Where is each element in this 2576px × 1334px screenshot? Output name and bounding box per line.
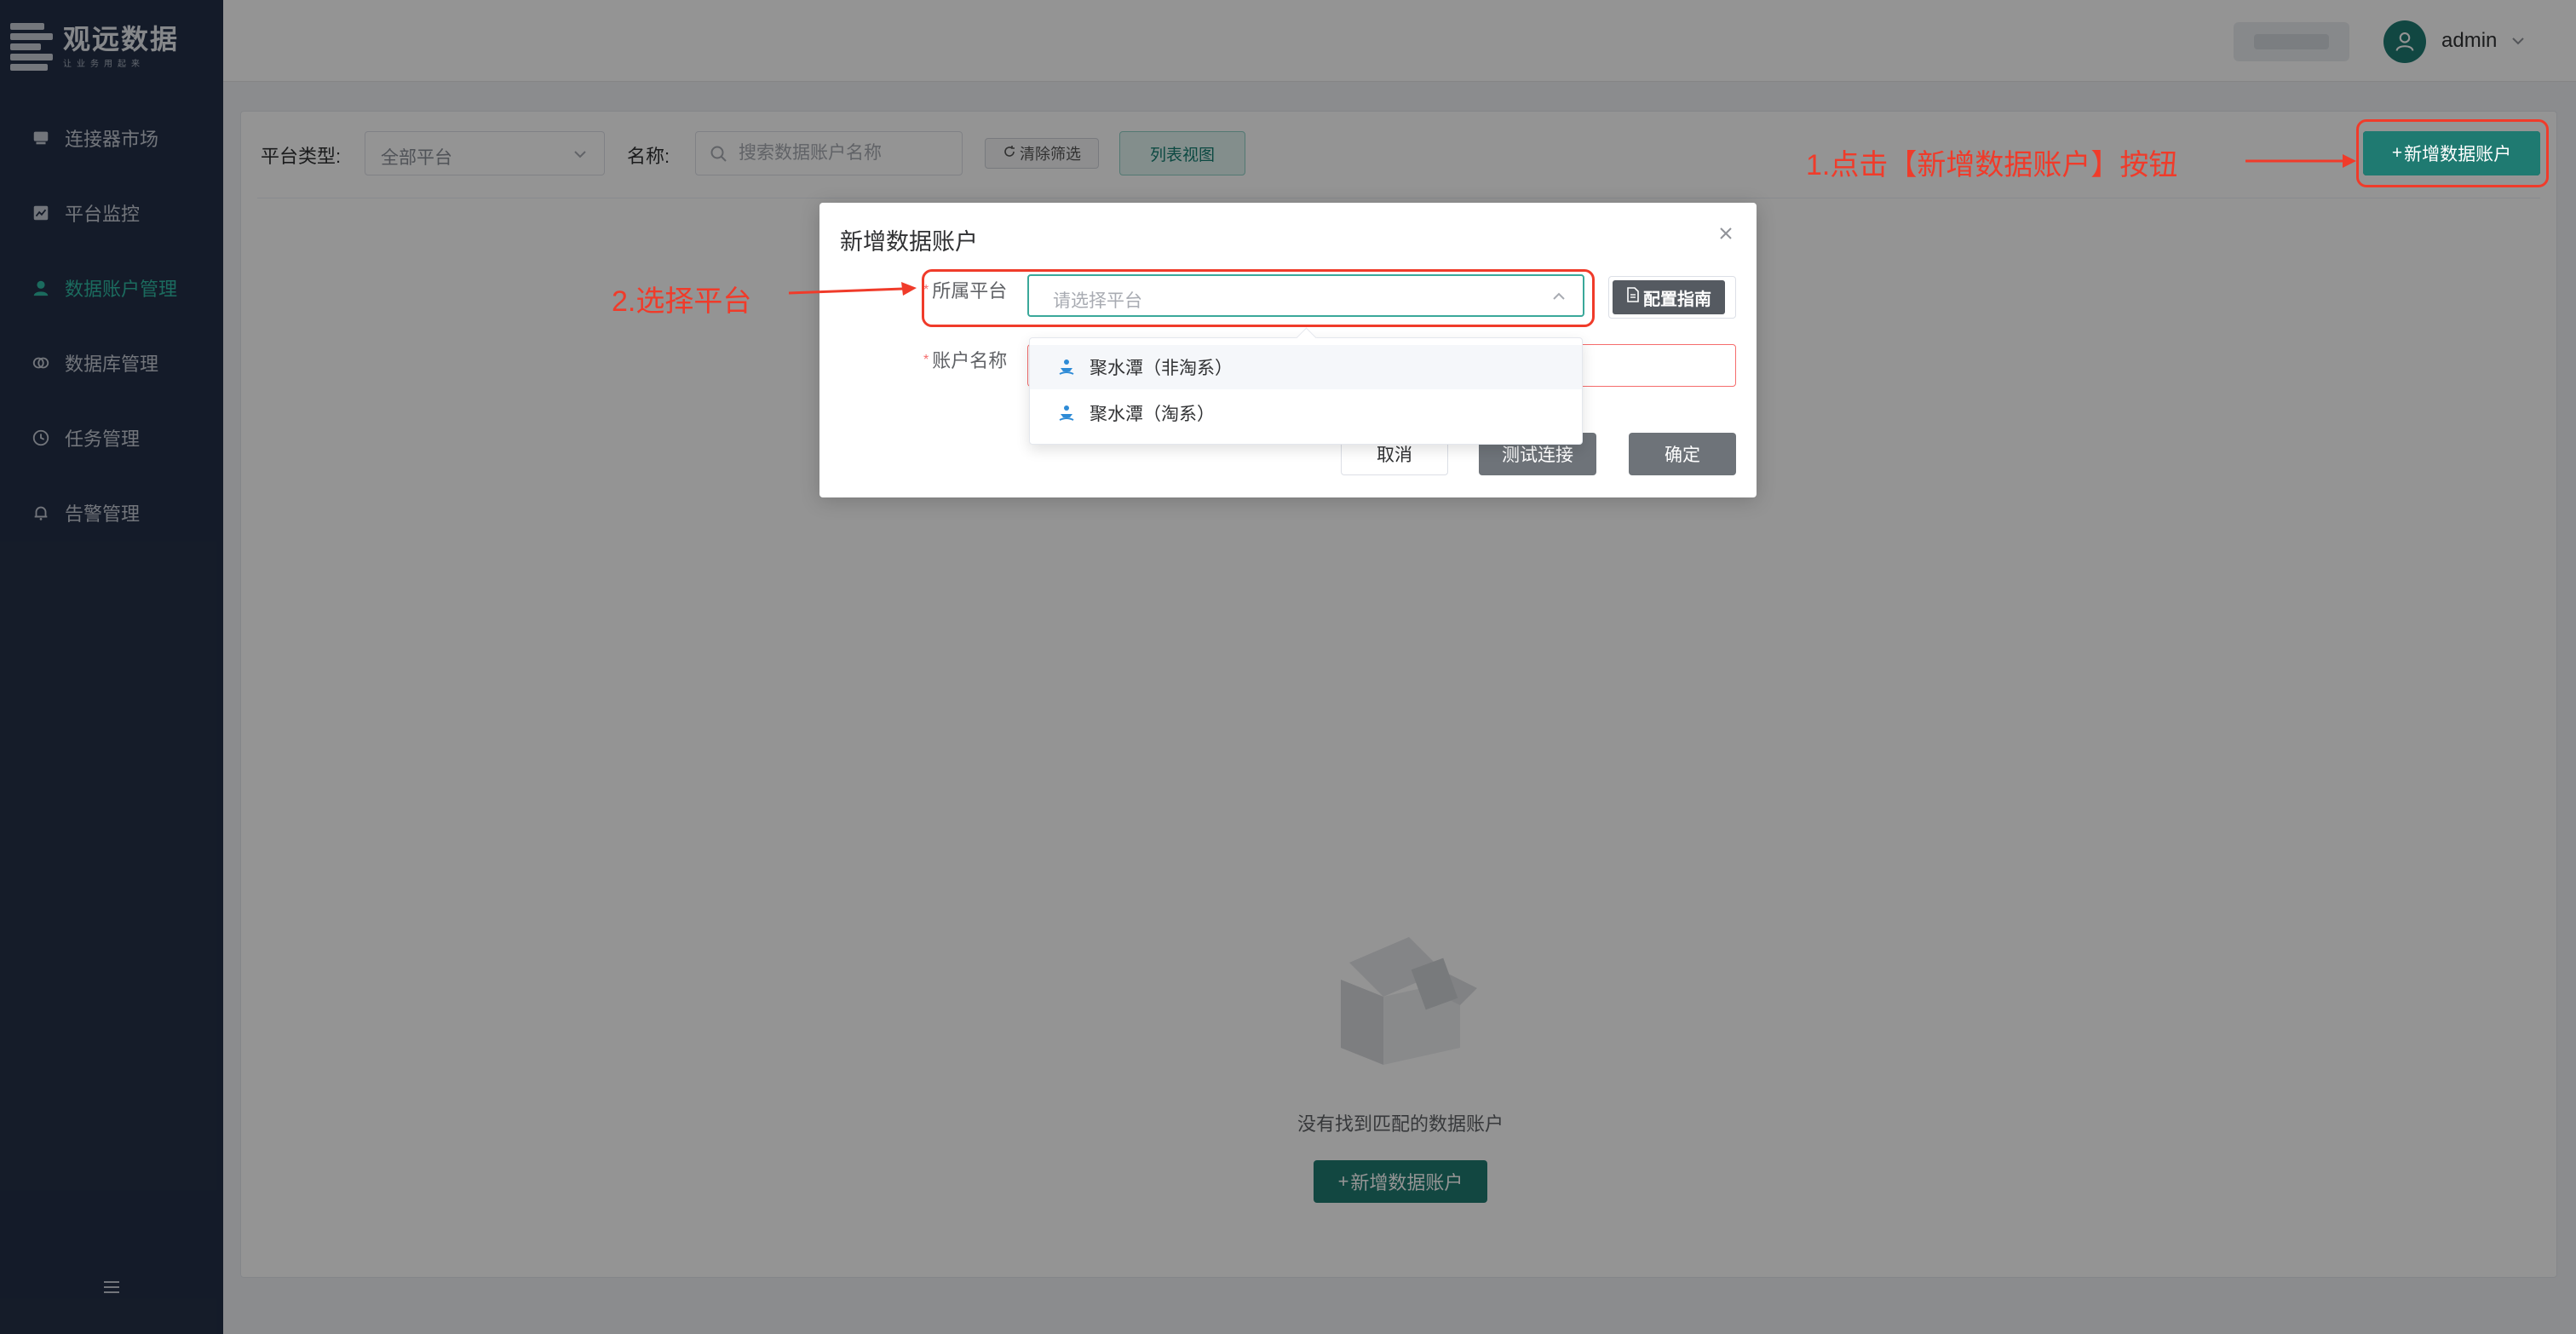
config-guide-button[interactable]: 配置指南 (1608, 276, 1736, 319)
add-account-button-highlighted[interactable]: + 新增数据账户 (2363, 131, 2540, 175)
account-name-label: * 账户名称 (923, 350, 1008, 371)
plus-icon: + (2391, 143, 2403, 163)
platform-option[interactable]: 聚水潭（淘系） (1030, 391, 1582, 435)
platform-option[interactable]: 聚水潭（非淘系） (1030, 345, 1582, 389)
annotation-highlight-platform-field (922, 269, 1595, 327)
platform-option-label: 聚水潭（非淘系） (1090, 359, 1233, 378)
annotation-step2-text: 2.选择平台 (612, 285, 752, 318)
add-account-label: 新增数据账户 (2404, 145, 2512, 164)
close-icon[interactable] (1716, 223, 1736, 244)
jushuitan-logo-icon (1057, 358, 1076, 377)
confirm-button[interactable]: 确定 (1629, 433, 1736, 475)
jushuitan-logo-icon (1057, 404, 1076, 423)
dialog-title: 新增数据账户 (840, 229, 978, 255)
config-guide-label: 配置指南 (1643, 290, 1711, 309)
modal-overlay[interactable] (0, 0, 2576, 1334)
annotation-arrow-icon (2245, 154, 2356, 168)
platform-option-label: 聚水潭（淘系） (1090, 405, 1215, 424)
document-icon (1626, 287, 1640, 308)
annotation-arrow-icon (788, 282, 917, 296)
annotation-step1-text: 1.点击【新增数据账户】按钮 (1806, 149, 2178, 181)
platform-dropdown: 聚水潭（非淘系） 聚水潭（淘系） (1029, 337, 1583, 445)
